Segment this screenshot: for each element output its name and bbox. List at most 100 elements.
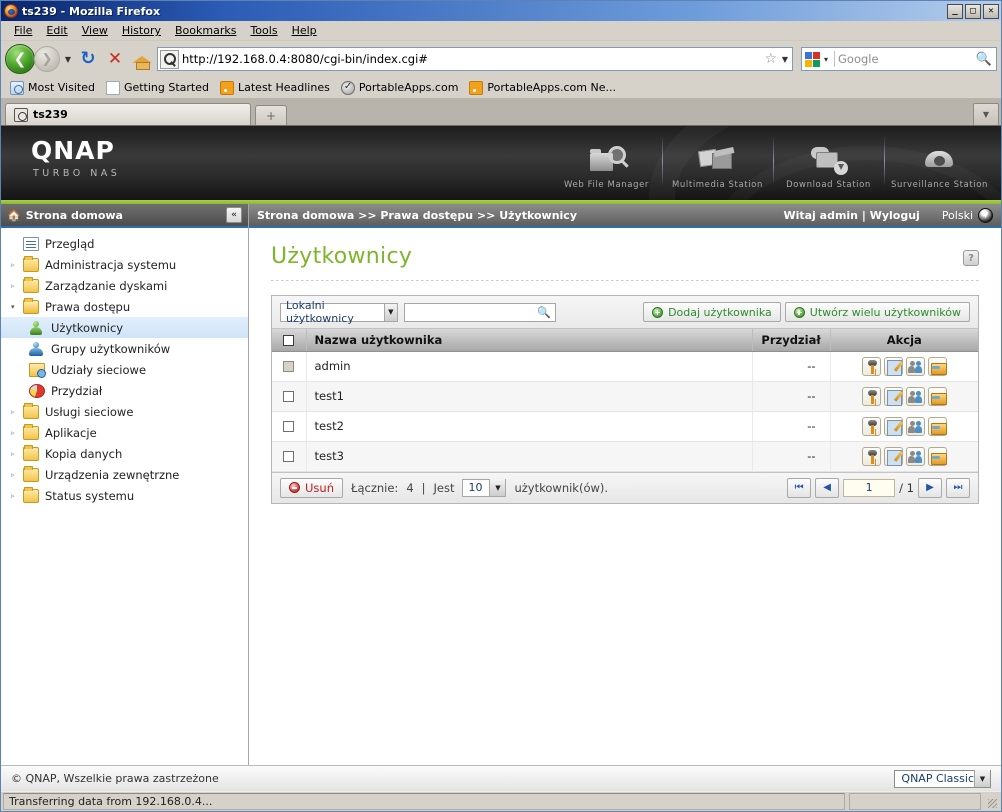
column-quota[interactable]: Przydział — [752, 329, 831, 352]
select-all-checkbox[interactable] — [283, 334, 295, 346]
sidebar-item-grupy-uzytkownikow[interactable]: Grupy użytkowników — [1, 338, 248, 359]
bookmark-most-visited[interactable]: Most Visited — [7, 80, 101, 96]
sidebar-item-administracja-systemu[interactable]: ▹ Administracja systemu — [1, 254, 248, 275]
search-input[interactable]: Google — [838, 52, 976, 66]
url-input[interactable]: http://192.168.0.4:8080/cgi-bin/index.cg… — [182, 52, 761, 66]
row-select-cell[interactable] — [272, 441, 307, 472]
expand-arrow-icon[interactable]: ▹ — [11, 261, 23, 269]
close-button[interactable]: ✕ — [983, 3, 999, 19]
sidebar-item-udzialy-sieciowe[interactable]: Udziały sieciowe — [1, 359, 248, 380]
menu-help[interactable]: Help — [285, 22, 324, 39]
next-page-button[interactable]: ▶ — [918, 477, 942, 498]
expand-arrow-icon[interactable]: ▹ — [11, 471, 23, 479]
station-download[interactable]: Download Station — [773, 132, 884, 194]
expand-arrow-icon[interactable]: ▹ — [11, 282, 23, 290]
page-number-input[interactable]: 1 — [843, 478, 896, 497]
user-group-icon[interactable] — [905, 356, 925, 376]
shared-folder-icon[interactable] — [927, 416, 947, 436]
maximize-button[interactable]: □ — [965, 3, 981, 19]
minimize-button[interactable]: _ — [947, 3, 963, 19]
menu-history[interactable]: History — [115, 22, 168, 39]
add-user-button[interactable]: Dodaj użytkownika — [643, 302, 781, 322]
sidebar-item-kopia-danych[interactable]: ▹ Kopia danych — [1, 443, 248, 464]
station-surveillance[interactable]: Surveillance Station — [884, 132, 995, 194]
sidebar-item-uzytkownicy[interactable]: Użytkownicy — [1, 317, 248, 338]
sidebar-item-zarzadzanie-dyskami[interactable]: ▹ Zarządzanie dyskami — [1, 275, 248, 296]
bookmark-star-icon[interactable]: ☆ — [761, 51, 780, 67]
bookmark-portableapps[interactable]: PortableApps.com — [338, 80, 465, 96]
chevron-down-icon[interactable]: ▼ — [63, 55, 73, 64]
table-row[interactable]: test2 -- — [272, 411, 978, 442]
collapse-arrow-icon[interactable]: ▾ — [11, 303, 23, 311]
edit-icon[interactable] — [883, 446, 903, 466]
user-group-icon[interactable] — [905, 446, 925, 466]
station-multimedia[interactable]: Multimedia Station — [662, 132, 773, 194]
back-button[interactable]: ❮ — [5, 44, 35, 74]
table-row[interactable]: test3 -- — [272, 441, 978, 472]
forward-button[interactable]: ❯ — [34, 46, 60, 72]
welcome-logout[interactable]: Witaj admin | Wyloguj — [783, 209, 919, 222]
menu-bookmarks[interactable]: Bookmarks — [168, 22, 243, 39]
search-users-input[interactable]: 🔍 — [404, 302, 556, 322]
bookmark-getting-started[interactable]: Getting Started — [103, 80, 215, 96]
prev-page-button[interactable]: ◀ — [815, 477, 840, 498]
table-row[interactable]: admin -- — [272, 351, 978, 382]
chevron-down-icon[interactable]: ▼ — [974, 770, 990, 787]
expand-arrow-icon[interactable]: ▹ — [11, 450, 23, 458]
help-button[interactable]: ? — [963, 250, 979, 266]
expand-arrow-icon[interactable]: ▹ — [11, 429, 23, 437]
station-web-file-manager[interactable]: Web File Manager — [551, 132, 662, 194]
delete-button[interactable]: Usuń — [280, 477, 343, 498]
bookmark-latest-headlines[interactable]: Latest Headlines — [217, 80, 336, 96]
sidebar-item-urzadzenia-zewnetrzne[interactable]: ▹ Urządzenia zewnętrzne — [1, 464, 248, 485]
menu-view[interactable]: View — [75, 22, 115, 39]
home-icon[interactable] — [130, 47, 154, 71]
password-key-icon[interactable] — [861, 446, 881, 466]
row-select-cell[interactable] — [272, 351, 307, 382]
edit-icon[interactable] — [883, 416, 903, 436]
chevron-down-icon[interactable]: ▼ — [978, 207, 993, 223]
row-select-cell[interactable] — [272, 381, 307, 412]
search-icon[interactable]: 🔍 — [537, 306, 551, 319]
first-page-button[interactable]: ⏮ — [787, 477, 812, 498]
sidebar-item-status-systemu[interactable]: ▹ Status systemu — [1, 485, 248, 506]
password-key-icon[interactable] — [861, 386, 881, 406]
select-all-header[interactable] — [272, 329, 307, 352]
sidebar-item-aplikacje[interactable]: ▹ Aplikacje — [1, 422, 248, 443]
row-checkbox[interactable] — [283, 451, 295, 462]
expand-arrow-icon[interactable]: ▹ — [11, 492, 23, 500]
tab-list-dropdown-icon[interactable]: ▼ — [973, 103, 999, 125]
language-selector[interactable]: Polski ▼ — [942, 207, 993, 223]
search-icon[interactable]: 🔍 — [976, 52, 994, 67]
edit-icon[interactable] — [883, 356, 903, 376]
chevron-down-icon[interactable]: ▼ — [489, 479, 506, 496]
bookmark-portableapps-news[interactable]: PortableApps.com Ne... — [466, 80, 622, 96]
sidebar-collapse-button[interactable]: « — [226, 207, 242, 223]
sidebar-item-uslugi-sieciowe[interactable]: ▹ Usługi sieciowe — [1, 401, 248, 422]
row-select-cell[interactable] — [272, 411, 307, 442]
menu-file[interactable]: File — [7, 22, 39, 39]
url-bar[interactable]: http://192.168.0.4:8080/cgi-bin/index.cg… — [157, 47, 793, 71]
resize-grip[interactable] — [985, 793, 999, 810]
url-dropdown-icon[interactable]: ▼ — [780, 55, 790, 64]
sidebar-item-przydzial[interactable]: Przydział — [1, 380, 248, 401]
last-page-button[interactable]: ⏭ — [946, 477, 970, 498]
column-username[interactable]: Nazwa użytkownika — [306, 329, 753, 352]
shared-folder-icon[interactable] — [927, 356, 947, 376]
tab-ts239[interactable]: ts239 — [5, 103, 251, 125]
sidebar-item-prawa-dostepu[interactable]: ▾ Prawa dostępu — [1, 296, 248, 317]
theme-select[interactable]: QNAP Classic ▼ — [894, 769, 991, 788]
password-key-icon[interactable] — [861, 356, 881, 376]
reload-icon[interactable]: ↻ — [76, 47, 100, 71]
password-key-icon[interactable] — [861, 416, 881, 436]
shared-folder-icon[interactable] — [927, 446, 947, 466]
user-group-icon[interactable] — [905, 386, 925, 406]
table-row[interactable]: test1 -- — [272, 381, 978, 412]
new-tab-button[interactable]: + — [255, 105, 287, 125]
search-engine-dropdown-icon[interactable]: ▾ — [821, 55, 831, 64]
edit-icon[interactable] — [883, 386, 903, 406]
stop-icon[interactable]: ✕ — [103, 47, 127, 71]
page-size-select[interactable]: 10 ▼ — [462, 478, 507, 497]
user-type-select[interactable]: Lokalni użytkownicy ▼ — [280, 299, 398, 325]
row-checkbox[interactable] — [283, 391, 295, 402]
